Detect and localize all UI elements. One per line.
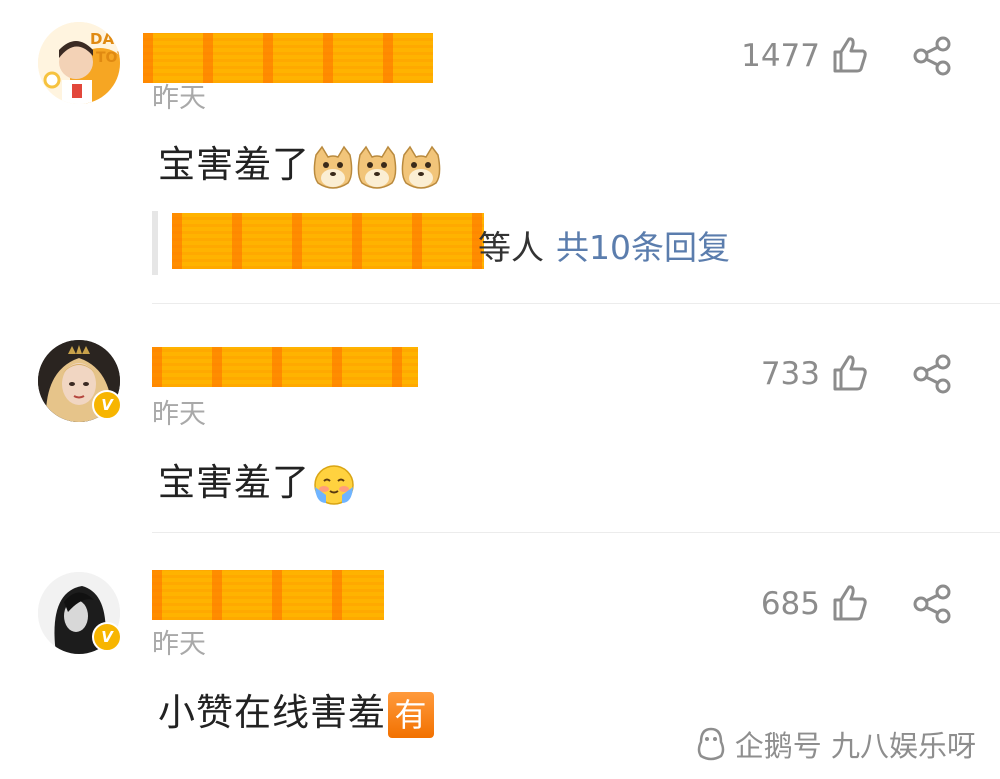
like-count: 685 <box>760 586 820 622</box>
view-replies-link[interactable]: 共10条回复 <box>556 221 730 269</box>
comment-text: 小赞在线害羞有 <box>158 682 434 738</box>
comment-time: 昨天 <box>152 399 206 430</box>
redacted-username <box>152 347 418 387</box>
reply-quote-bar <box>152 211 158 275</box>
doge-emoji-icon <box>313 145 353 189</box>
svg-text:DA: DA <box>90 30 114 48</box>
like-count: 1477 <box>741 38 820 74</box>
reply-preview[interactable]: 等人 共10条回复 <box>152 211 762 275</box>
doge-emoji-icon <box>357 145 397 189</box>
avatar[interactable]: V <box>38 572 122 654</box>
comment-divider <box>152 303 1000 304</box>
comment-text: 宝害羞了 <box>158 134 442 189</box>
shy-hug-emoji-icon <box>314 464 354 505</box>
thumbs-up-icon[interactable] <box>832 354 868 392</box>
comment-text-content: 宝害羞了 <box>158 461 310 504</box>
avatar[interactable]: V <box>38 340 122 422</box>
comment-text-content: 小赞在线害羞 <box>158 691 386 734</box>
watermark: 企鹅号 九八娱乐呀 <box>693 723 976 765</box>
comment-time: 昨天 <box>152 629 206 660</box>
thumbs-up-icon[interactable] <box>832 584 868 622</box>
doge-emoji-icon <box>401 145 441 189</box>
penguin-logo-icon <box>697 727 725 761</box>
avatar[interactable]: DA TOY <box>38 22 120 104</box>
like-count: 733 <box>760 356 820 392</box>
comment-text-content: 宝害羞了 <box>158 143 310 186</box>
thumbs-up-icon[interactable] <box>832 36 868 74</box>
svg-text:TOY: TOY <box>96 50 120 66</box>
watermark-text: 企鹅号 九八娱乐呀 <box>734 729 976 763</box>
avatar-image: DA TOY <box>38 22 120 104</box>
comment-time: 昨天 <box>152 83 206 114</box>
verified-badge-icon: V <box>92 390 122 420</box>
share-icon[interactable] <box>912 36 952 76</box>
you-tag-emoji: 有 <box>388 691 434 738</box>
redacted-reply-users <box>172 213 484 269</box>
share-icon[interactable] <box>912 584 952 624</box>
redacted-username <box>152 570 384 620</box>
reply-users-suffix: 等人 <box>478 228 544 267</box>
verified-badge-icon: V <box>92 622 122 652</box>
comment-divider <box>152 532 1000 533</box>
comment-text: 宝害羞了 <box>158 452 356 507</box>
share-icon[interactable] <box>912 354 952 394</box>
